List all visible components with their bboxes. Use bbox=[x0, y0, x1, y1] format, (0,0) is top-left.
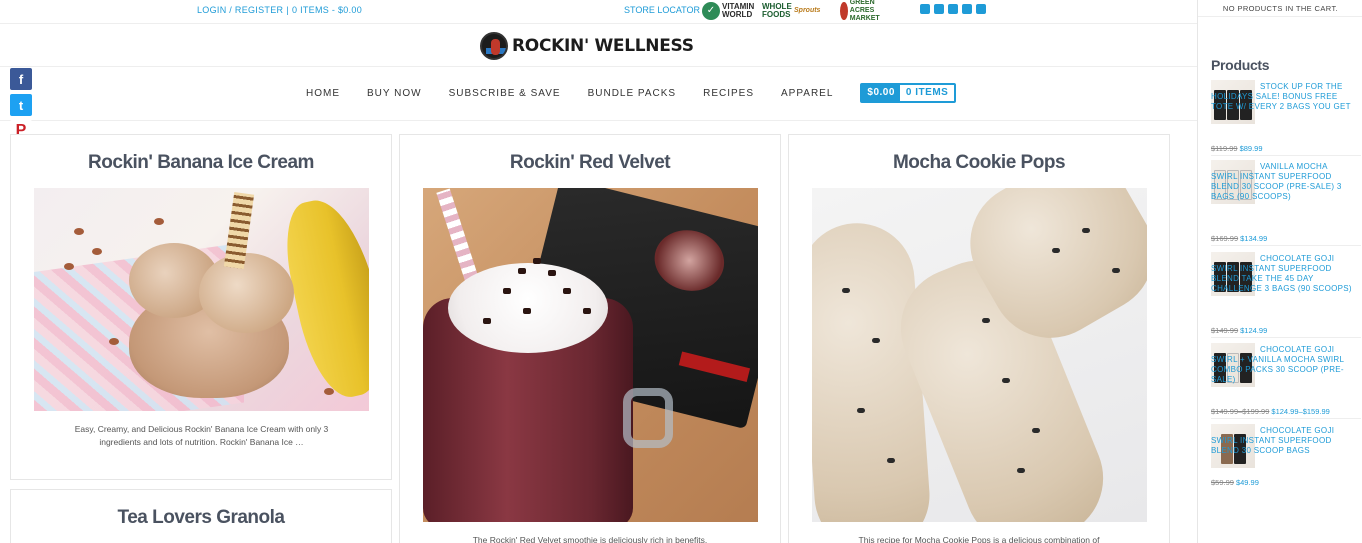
store-locator-link[interactable]: STORE LOCATOR bbox=[624, 5, 700, 15]
whole-foods-label: WHOLE FOODS bbox=[762, 2, 792, 19]
main-navigation: HOME BUY NOW SUBSCRIBE & SAVE BUNDLE PAC… bbox=[306, 83, 957, 103]
divider bbox=[1198, 16, 1362, 17]
recipe-card: Tea Lovers Granola bbox=[10, 489, 392, 543]
facebook-share-icon[interactable]: f bbox=[10, 68, 32, 90]
recipe-excerpt: Easy, Creamy, and Delicious Rockin' Bana… bbox=[74, 424, 329, 447]
nav-recipes[interactable]: RECIPES bbox=[703, 88, 754, 99]
recipe-image[interactable] bbox=[812, 188, 1147, 522]
logo-wordmark: ROCKIN' WELLNESS bbox=[512, 36, 694, 56]
product-price: $149.99–$199.99 $124.99–$159.99 bbox=[1211, 407, 1330, 416]
product-price: $119.99 $89.99 bbox=[1211, 144, 1263, 153]
cart-amount: $0.00 bbox=[862, 85, 900, 101]
top-utility-bar: LOGIN / REGISTER | 0 ITEMS - $0.00 STORE L… bbox=[0, 0, 1197, 24]
recipe-title[interactable]: Rockin' Red Velvet bbox=[400, 152, 780, 174]
whole-foods-logo[interactable]: WHOLE FOODS bbox=[762, 1, 792, 21]
green-acres-label: GREEN ACRES MARKET bbox=[849, 0, 880, 22]
recipe-card: Rockin' Red Velvet The Rockin' Red Velve… bbox=[399, 134, 781, 543]
product-sale-price: $124.99 bbox=[1240, 326, 1268, 335]
recipe-title[interactable]: Rockin' Banana Ice Cream bbox=[11, 152, 391, 174]
divider bbox=[0, 120, 1197, 121]
retailer-logos: ✓ VITAMIN WORLD WHOLE FOODS Sprouts GREEN… bbox=[702, 0, 890, 22]
product-old-price: $149.99–$199.99 bbox=[1211, 407, 1270, 416]
sidebar-product[interactable]: CHOCOLATE GOJI SWIRL INSTANT SUPERFOOD B… bbox=[1211, 252, 1361, 338]
product-price: $59.99 $49.99 bbox=[1211, 478, 1259, 487]
instagram-icon[interactable] bbox=[948, 4, 958, 14]
nav-apparel[interactable]: APPAREL bbox=[781, 88, 833, 99]
logo-badge-icon bbox=[480, 32, 508, 60]
product-title[interactable]: CHOCOLATE GOJI SWIRL INSTANT SUPERFOOD B… bbox=[1211, 254, 1353, 294]
social-links bbox=[920, 4, 986, 14]
login-register-link[interactable]: LOGIN / REGISTER bbox=[197, 5, 283, 15]
product-title[interactable]: STOCK UP FOR THE HOLIDAYS SALE! BONUS FR… bbox=[1211, 82, 1353, 112]
product-old-price: $169.99 bbox=[1211, 234, 1239, 243]
product-title[interactable]: CHOCOLATE GOJI SWIRL + VANILLA MOCHA SWI… bbox=[1211, 345, 1353, 385]
recipe-excerpt: This recipe for Mocha Cookie Pops is a d… bbox=[858, 535, 1100, 543]
product-title[interactable]: CHOCOLATE GOJI SWIRL INSTANT SUPERFOOD B… bbox=[1211, 426, 1353, 456]
product-title[interactable]: VANILLA MOCHA SWIRL INSTANT SUPERFOOD BL… bbox=[1211, 162, 1353, 202]
recipe-title[interactable]: Mocha Cookie Pops bbox=[789, 152, 1169, 174]
recipe-title[interactable]: Tea Lovers Granola bbox=[11, 507, 391, 529]
recipe-card: Rockin' Banana Ice Cream Easy, Creamy, a… bbox=[10, 134, 392, 480]
cart-item-count: 0 ITEMS bbox=[905, 87, 949, 98]
sprouts-logo[interactable]: Sprouts bbox=[794, 1, 834, 21]
sidebar-product[interactable]: CHOCOLATE GOJI SWIRL + VANILLA MOCHA SWI… bbox=[1211, 343, 1361, 419]
cart-button[interactable]: $0.00 0 ITEMS bbox=[860, 83, 957, 103]
product-old-price: $59.99 bbox=[1211, 478, 1234, 487]
nav-subscribe-save[interactable]: SUBSCRIBE & SAVE bbox=[449, 88, 561, 99]
recipe-image[interactable] bbox=[423, 188, 758, 522]
product-sale-price: $134.99 bbox=[1240, 234, 1268, 243]
product-old-price: $119.99 bbox=[1211, 144, 1238, 153]
nav-home[interactable]: HOME bbox=[306, 88, 340, 99]
product-old-price: $149.99 bbox=[1211, 326, 1239, 335]
tumblr-icon[interactable] bbox=[976, 4, 986, 14]
sprouts-label: Sprouts bbox=[794, 7, 821, 14]
pinterest-icon[interactable] bbox=[962, 4, 972, 14]
cart-empty-message: NO PRODUCTS IN THE CART. bbox=[1222, 4, 1339, 13]
product-price: $149.99 $124.99 bbox=[1211, 326, 1267, 335]
right-sidebar: NO PRODUCTS IN THE CART. Products STOCK … bbox=[1197, 0, 1362, 543]
product-sale-price: $49.99 bbox=[1235, 478, 1259, 487]
sidebar-product[interactable]: CHOCOLATE GOJI SWIRL INSTANT SUPERFOOD B… bbox=[1211, 424, 1361, 490]
green-acres-logo[interactable]: GREEN ACRES MARKET bbox=[840, 0, 890, 22]
product-sale-price: $89.99 bbox=[1239, 144, 1263, 153]
recipe-image[interactable] bbox=[34, 188, 369, 411]
divider bbox=[0, 66, 1197, 67]
mini-cart-link[interactable]: 0 ITEMS - $0.00 bbox=[292, 5, 362, 15]
nav-buy-now[interactable]: BUY NOW bbox=[367, 88, 422, 99]
site-logo[interactable]: ROCKIN' WELLNESS bbox=[480, 31, 694, 61]
twitter-icon[interactable] bbox=[934, 4, 944, 14]
twitter-share-icon[interactable]: t bbox=[10, 94, 32, 116]
product-sale-price: $124.99–$159.99 bbox=[1271, 407, 1330, 416]
vitamin-world-label: VITAMIN WORLD bbox=[722, 2, 755, 19]
vitamin-world-logo[interactable]: ✓ VITAMIN WORLD bbox=[702, 1, 756, 21]
facebook-icon[interactable] bbox=[920, 4, 930, 14]
products-heading: Products bbox=[1211, 57, 1270, 73]
account-links: LOGIN / REGISTER | 0 ITEMS - $0.00 bbox=[197, 5, 362, 15]
recipe-excerpt: The Rockin' Red Velvet smoothie is delic… bbox=[472, 535, 708, 543]
product-price: $169.99 $134.99 bbox=[1211, 234, 1267, 243]
recipe-card: Mocha Cookie Pops This recipe for Mocha … bbox=[788, 134, 1170, 543]
sidebar-product[interactable]: VANILLA MOCHA SWIRL INSTANT SUPERFOOD BL… bbox=[1211, 160, 1361, 246]
sidebar-product[interactable]: STOCK UP FOR THE HOLIDAYS SALE! BONUS FR… bbox=[1211, 80, 1361, 156]
nav-bundle-packs[interactable]: BUNDLE PACKS bbox=[588, 88, 677, 99]
